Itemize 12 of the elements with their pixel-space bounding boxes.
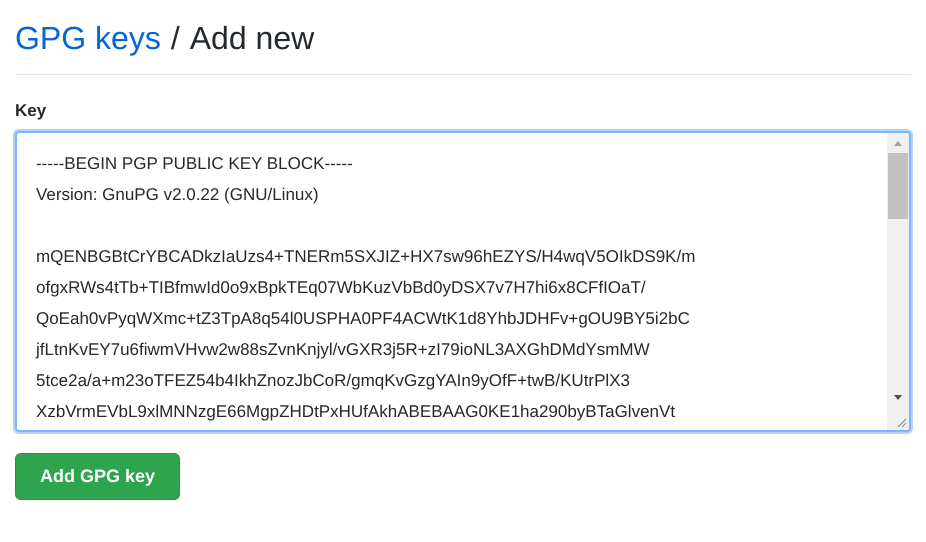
scroll-up-icon[interactable] [893, 140, 903, 146]
key-label: Key [15, 101, 48, 121]
breadcrumb-separator: / [170, 19, 180, 58]
key-text: -----BEGIN PGP PUBLIC KEY BLOCK----- Version: GnuPG v2.0.22 (GNU/Linux) mQENBGBtCrYBCADkzIaUzs4+TNERm5SXJIZ+HX7sw96hEZYS/H4wqV5OIkDS9K/m ofgxRWs4tTb+TIBfmwId0o9xBpkTEq07WbKuzVbBd0yDSX7v7H7hi6x8CFfIOaT/ QoEah0vPyqWXmc+tZ3TpA8q54l0USPHA0PF4ACWtK1d8YhbJDHFv+gOU9BY5i2bC jfLtnKvEY7u6fiwmVHvw2w88sZvnKnjyl/vGXR3j5R+zI79ioNL3AXGhDMdYsmMW 5tce2a/a+m23oTFEZ54b4IkhZnozJbCoR/gmqKvGzgYAIn9yOfF+twB/KUtrPlX3 XzbVrmEVbL9xlMNNzgE66MgpZHDtPxHUfAkhABEBAAG0KE1ha290byBTaGlvenVt [34, 153, 696, 423]
add-gpg-key-button[interactable]: Add GPG key [15, 453, 180, 500]
breadcrumb-link[interactable]: GPG keys [15, 18, 161, 58]
scrollbar-thumb[interactable] [888, 153, 908, 219]
scrollbar[interactable] [887, 133, 909, 430]
page-title: Add new [190, 19, 314, 58]
key-field[interactable] [15, 131, 911, 432]
resize-grip-icon[interactable] [895, 416, 907, 428]
scroll-down-icon[interactable] [893, 395, 903, 401]
